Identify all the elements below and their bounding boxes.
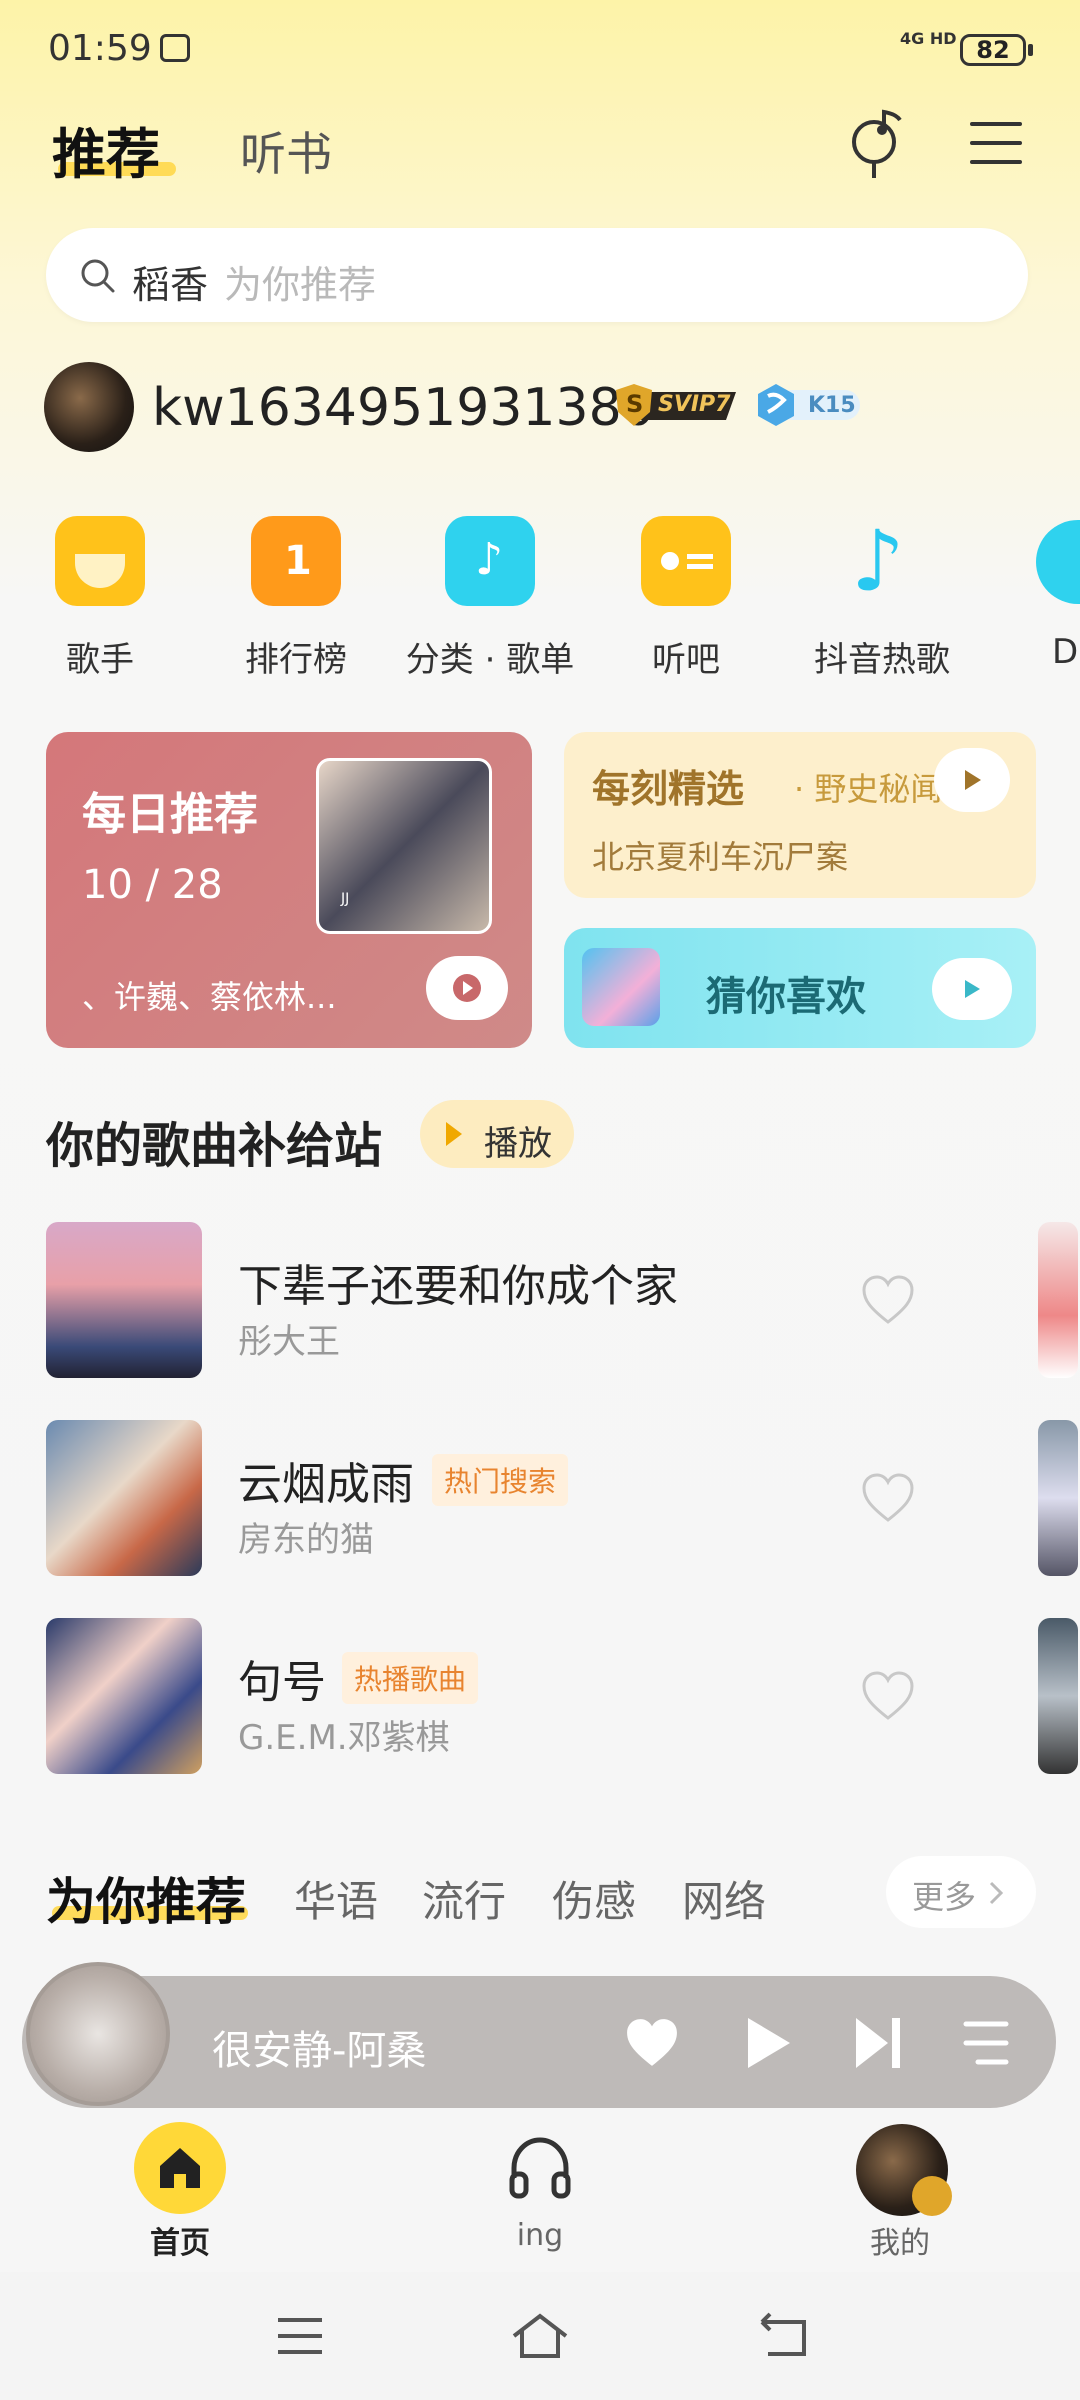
- song-cover: [46, 1420, 202, 1576]
- notification-icon: [160, 34, 190, 62]
- quick-dj[interactable]: D: [1010, 514, 1080, 684]
- avatar[interactable]: [44, 362, 134, 452]
- heart-icon[interactable]: [860, 1670, 916, 1722]
- heart-icon[interactable]: [860, 1274, 916, 1326]
- home-icon: [134, 2122, 226, 2214]
- quick-playlist[interactable]: ♪ 分类 · 歌单: [390, 514, 590, 684]
- section-title: 你的歌曲补给站: [46, 1118, 383, 1174]
- song-title: 下辈子还要和你成个家: [238, 1261, 678, 1312]
- recent-apps-icon[interactable]: [276, 2316, 324, 2356]
- section-play-label: 播放: [484, 1124, 552, 1164]
- play-icon: [965, 770, 981, 790]
- status-time: 01:59: [48, 28, 152, 69]
- moment-subtitle: · 野史秘闻: [794, 770, 940, 808]
- quick-label: D: [1052, 632, 1079, 672]
- battery-cap: [1028, 44, 1033, 56]
- quick-rank[interactable]: 1 排行榜: [196, 514, 396, 684]
- list-item[interactable]: 云烟成雨 热门搜索 房东的猫: [0, 1420, 1080, 1580]
- daily-date: 10 / 28: [82, 862, 223, 908]
- nav-ing-label[interactable]: ing: [480, 2218, 600, 2253]
- tab-audiobook[interactable]: 听书: [240, 118, 332, 184]
- tab-sad[interactable]: 伤感: [552, 1868, 636, 1929]
- tab-chinese[interactable]: 华语: [294, 1868, 378, 1929]
- quick-singer[interactable]: 歌手: [0, 514, 200, 684]
- heart-icon[interactable]: [860, 1472, 916, 1524]
- heart-icon[interactable]: [622, 2016, 682, 2070]
- next-column-cover: [1038, 1618, 1078, 1774]
- headphones-icon[interactable]: [506, 2134, 574, 2200]
- username[interactable]: kw1634951931380: [152, 378, 655, 438]
- search-keyword: 稻香: [132, 263, 209, 307]
- song-title: 云烟成雨: [238, 1459, 414, 1510]
- quick-label: 抖音热歌: [814, 640, 950, 680]
- play-icon[interactable]: [742, 2014, 794, 2072]
- playlist-note-icon: ♪: [445, 516, 535, 606]
- song-artist: 彤大王: [238, 1322, 340, 1362]
- player-cover[interactable]: [26, 1962, 170, 2106]
- svip-mini-badge: [912, 2176, 952, 2216]
- hot-play-badge: 热播歌曲: [342, 1652, 479, 1704]
- svip-label: SVIP7: [658, 392, 731, 417]
- network-indicator: 4G HD: [900, 29, 957, 48]
- song-artist: G.E.M.邓紫棋: [238, 1718, 450, 1758]
- quick-radio[interactable]: 听吧: [586, 514, 786, 684]
- chart-rank-icon: 1: [251, 516, 341, 606]
- song-artist: 房东的猫: [238, 1520, 374, 1560]
- song-cover: [46, 1618, 202, 1774]
- nav-me-label[interactable]: 我的: [840, 2218, 960, 2262]
- next-track-icon[interactable]: [852, 2014, 904, 2072]
- tab-recommend[interactable]: 推荐: [52, 110, 160, 189]
- guess-play-button[interactable]: [932, 958, 1012, 1020]
- search-hint: 为你推荐: [224, 263, 377, 307]
- back-icon[interactable]: [754, 2312, 808, 2358]
- moment-title: 每刻精选: [592, 767, 745, 811]
- moment-play-button[interactable]: [934, 748, 1010, 812]
- guess-cover: [582, 948, 660, 1026]
- list-item[interactable]: 句号 热播歌曲 G.E.M.邓紫棋: [0, 1618, 1080, 1778]
- tab-pop[interactable]: 流行: [422, 1868, 506, 1929]
- quick-label: 分类 · 歌单: [405, 640, 575, 680]
- quick-entry-row: 歌手 1 排行榜 ♪ 分类 · 歌单 听吧 ♪ 抖音热歌 D: [0, 514, 1080, 684]
- menu-icon[interactable]: [970, 118, 1022, 168]
- singer-icon: [55, 516, 145, 606]
- chevron-right-icon: [989, 1881, 1004, 1905]
- svip-letter: S: [626, 390, 644, 418]
- play-icon: [965, 980, 980, 998]
- quick-label: 听吧: [652, 640, 720, 680]
- song-title: 句号: [238, 1657, 326, 1708]
- quick-douyin[interactable]: ♪ 抖音热歌: [782, 514, 982, 684]
- battery-indicator: 82: [960, 34, 1026, 66]
- quick-label: 排行榜: [245, 640, 347, 680]
- daily-cover-label: JJ: [341, 891, 350, 907]
- song-cover: [46, 1222, 202, 1378]
- level-badge[interactable]: K15: [756, 382, 862, 428]
- next-column-cover: [1038, 1420, 1078, 1576]
- microphone-icon[interactable]: [848, 108, 910, 180]
- douyin-note-icon: ♪: [851, 512, 905, 610]
- hot-search-badge: 热门搜索: [432, 1454, 569, 1506]
- level-label: K15: [808, 393, 856, 418]
- radio-icon: [641, 516, 731, 606]
- nav-home-label: 首页: [150, 2226, 210, 2261]
- playlist-icon[interactable]: [962, 2018, 1010, 2068]
- guess-title: 猜你喜欢: [706, 974, 866, 1020]
- daily-title: 每日推荐: [82, 789, 258, 840]
- next-column-cover: [1038, 1222, 1078, 1378]
- search-icon: [81, 259, 115, 293]
- dj-icon: [1036, 520, 1080, 604]
- player-song-title: 很安静-阿桑: [212, 2028, 427, 2074]
- daily-cover: JJ: [316, 758, 492, 934]
- more-label: 更多: [912, 1878, 977, 1916]
- home-nav-icon[interactable]: [510, 2310, 570, 2360]
- daily-artists: 、许巍、蔡依林...: [82, 978, 337, 1016]
- moment-desc: 北京夏利车沉尸案: [592, 838, 849, 876]
- quick-label: 歌手: [66, 640, 134, 680]
- tab-for-you[interactable]: 为你推荐: [46, 1862, 246, 1934]
- tab-network[interactable]: 网络: [682, 1868, 766, 1929]
- play-icon: [453, 974, 481, 1002]
- daily-play-button[interactable]: [426, 956, 508, 1020]
- svip-badge[interactable]: S SVIP7: [612, 382, 740, 428]
- list-item[interactable]: 下辈子还要和你成个家 彤大王: [0, 1222, 1080, 1382]
